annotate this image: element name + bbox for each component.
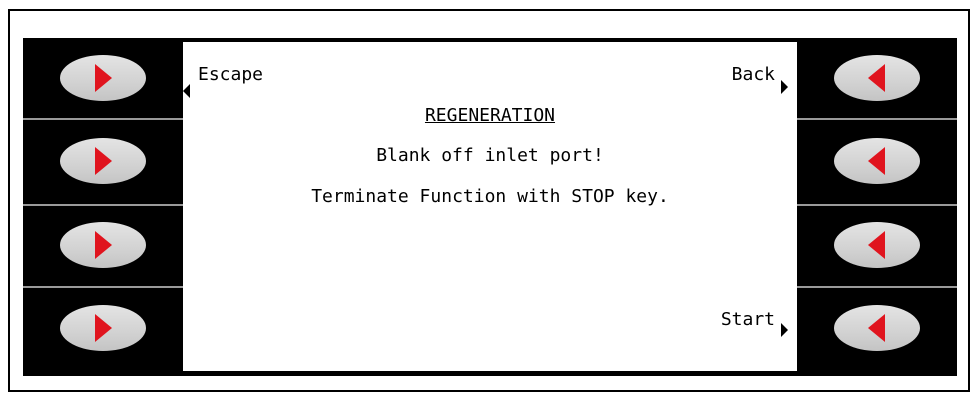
key-divider (797, 118, 957, 120)
left-softkey-4[interactable] (23, 288, 183, 368)
left-softkey-1[interactable] (23, 38, 183, 118)
left-arrow-icon (868, 64, 885, 92)
start-softkey-label[interactable]: Start (721, 309, 775, 331)
left-arrow-icon (868, 147, 885, 175)
instruction-line-1: Blank off inlet port! (376, 145, 604, 166)
right-arrow-icon (95, 314, 112, 342)
instruction-line-2: Terminate Function with STOP key. (311, 186, 669, 207)
key-oval (60, 138, 146, 184)
back-pointer-icon (781, 80, 788, 94)
key-oval (834, 305, 920, 351)
display-screen: Escape Back REGENERATION Blank off inlet… (183, 42, 797, 371)
right-arrow-icon (95, 64, 112, 92)
right-arrow-icon (95, 231, 112, 259)
control-panel: Escape Back REGENERATION Blank off inlet… (23, 38, 957, 376)
left-key-column (23, 38, 183, 376)
back-softkey-label[interactable]: Back (732, 64, 775, 86)
key-oval (834, 138, 920, 184)
right-softkey-4[interactable] (797, 288, 957, 368)
right-key-column (797, 38, 957, 376)
key-oval (60, 222, 146, 268)
right-arrow-icon (95, 147, 112, 175)
left-softkey-2[interactable] (23, 121, 183, 201)
left-arrow-icon (868, 231, 885, 259)
right-softkey-3[interactable] (797, 205, 957, 285)
right-softkey-1[interactable] (797, 38, 957, 118)
page-title: REGENERATION (424, 105, 556, 126)
escape-pointer-icon (183, 84, 190, 98)
left-softkey-3[interactable] (23, 205, 183, 285)
right-softkey-2[interactable] (797, 121, 957, 201)
key-oval (834, 222, 920, 268)
start-pointer-icon (781, 323, 788, 337)
key-oval (60, 305, 146, 351)
left-arrow-icon (868, 314, 885, 342)
key-oval (834, 55, 920, 101)
escape-softkey-label[interactable]: Escape (198, 64, 263, 86)
key-oval (60, 55, 146, 101)
key-divider (23, 118, 183, 120)
